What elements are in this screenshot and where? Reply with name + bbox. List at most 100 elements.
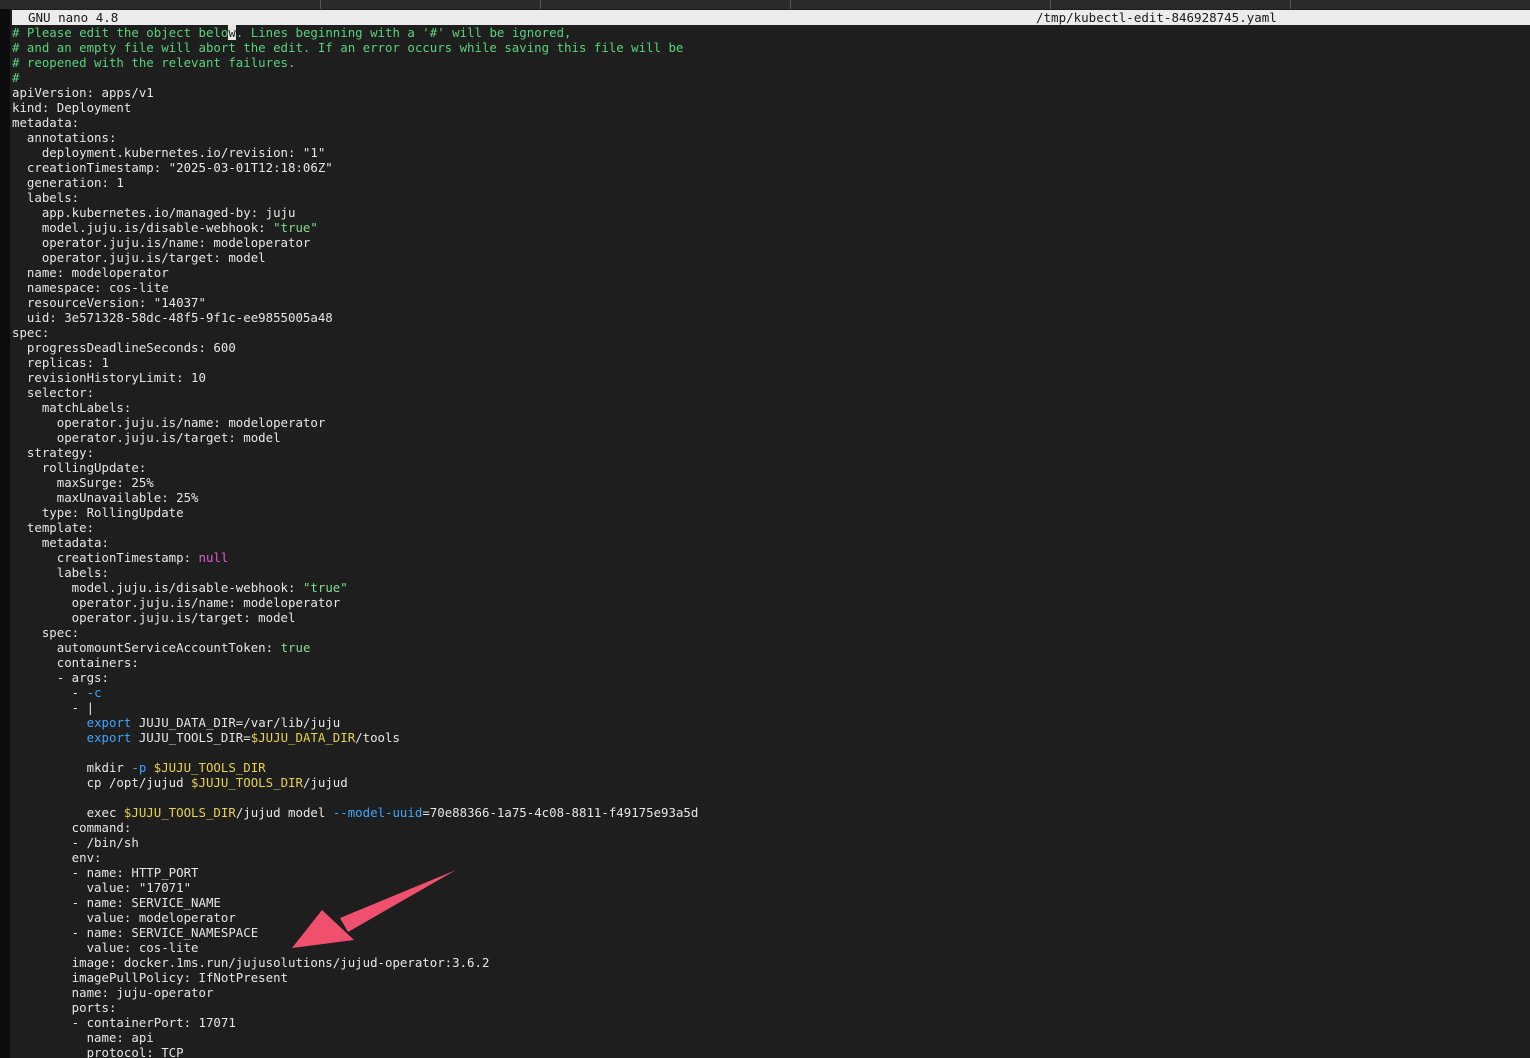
editor-text-area[interactable]: # Please edit the object below. Lines be…	[12, 25, 1522, 1058]
code-line: uid: 3e571328-58dc-48f5-9f1c-ee9855005a4…	[12, 310, 1522, 325]
tab-separator	[1050, 0, 1051, 9]
code-token: name: modeloperator	[12, 265, 169, 280]
code-token: generation: 1	[12, 175, 124, 190]
code-token: - name: HTTP_PORT	[12, 865, 199, 880]
code-line: command:	[12, 820, 1522, 835]
code-line: creationTimestamp: null	[12, 550, 1522, 565]
code-token: # Please edit the object belo	[12, 25, 229, 40]
code-line: spec:	[12, 625, 1522, 640]
code-token: ports:	[12, 1000, 117, 1015]
code-line: # and an empty file will abort the edit.…	[12, 40, 1522, 55]
code-line: replicas: 1	[12, 355, 1522, 370]
code-line: name: modeloperator	[12, 265, 1522, 280]
code-token: image: docker.1ms.run/jujusolutions/juju…	[12, 955, 490, 970]
code-line: imagePullPolicy: IfNotPresent	[12, 970, 1522, 985]
code-line: labels:	[12, 565, 1522, 580]
code-token: annotations:	[12, 130, 117, 145]
code-line: maxUnavailable: 25%	[12, 490, 1522, 505]
code-line: image: docker.1ms.run/jujusolutions/juju…	[12, 955, 1522, 970]
code-token: =70e88366-1a75-4c08-8811-f49175e93a5d	[422, 805, 699, 820]
code-line: - name: HTTP_PORT	[12, 865, 1522, 880]
code-line: generation: 1	[12, 175, 1522, 190]
code-line: mkdir -p $JUJU_TOOLS_DIR	[12, 760, 1522, 775]
code-token: operator.juju.is/name: modeloperator	[12, 235, 311, 250]
code-line: template:	[12, 520, 1522, 535]
code-token: /tools	[355, 730, 400, 745]
code-line: value: modeloperator	[12, 910, 1522, 925]
code-token: - name: SERVICE_NAME	[12, 895, 221, 910]
code-token: -c	[86, 685, 102, 700]
code-line: apiVersion: apps/v1	[12, 85, 1522, 100]
code-token: value: modeloperator	[12, 910, 236, 925]
nano-title-bar: GNU nano 4.8 /tmp/kubectl-edit-846928745…	[12, 10, 1530, 25]
code-token: $JUJU_TOOLS_DIR	[123, 805, 236, 820]
window-tab-strip[interactable]	[0, 0, 1530, 9]
text-cursor: w	[228, 25, 236, 40]
code-token: /jujud	[302, 775, 348, 790]
code-token: progressDeadlineSeconds: 600	[12, 340, 236, 355]
code-line: namespace: cos-lite	[12, 280, 1522, 295]
code-line: model.juju.is/disable-webhook: "true"	[12, 580, 1522, 595]
code-token: export	[86, 730, 132, 745]
code-token: JUJU_DATA_DIR=/var/lib/juju	[131, 715, 341, 730]
code-token: spec:	[12, 625, 80, 640]
code-token: operator.juju.is/name: modeloperator	[12, 595, 341, 610]
code-token: labels:	[12, 190, 80, 205]
code-token: model.juju.is/disable-webhook:	[12, 220, 274, 235]
code-line: - name: SERVICE_NAMESPACE	[12, 925, 1522, 940]
code-line: env:	[12, 850, 1522, 865]
code-token: strategy:	[12, 445, 95, 460]
tab-separator	[790, 0, 791, 9]
code-token: - containerPort: 17071	[12, 1015, 236, 1030]
code-token: name: api	[12, 1030, 154, 1045]
code-line: operator.juju.is/name: modeloperator	[12, 415, 1522, 430]
code-token: namespace: cos-lite	[12, 280, 169, 295]
code-token: - name: SERVICE_NAMESPACE	[12, 925, 259, 940]
code-line: value: cos-lite	[12, 940, 1522, 955]
code-token: $JUJU_TOOLS_DIR	[153, 760, 266, 775]
code-token: rollingUpdate:	[12, 460, 147, 475]
code-line: annotations:	[12, 130, 1522, 145]
code-token: uid: 3e571328-58dc-48f5-9f1c-ee9855005a4…	[12, 310, 333, 325]
code-line: type: RollingUpdate	[12, 505, 1522, 520]
code-token: exec	[12, 805, 124, 820]
code-token: type: RollingUpdate	[12, 505, 184, 520]
code-token: containers:	[12, 655, 139, 670]
code-token: labels:	[12, 565, 109, 580]
code-line: creationTimestamp: "2025-03-01T12:18:06Z…	[12, 160, 1522, 175]
code-token: env:	[12, 850, 102, 865]
code-line: kind: Deployment	[12, 100, 1522, 115]
code-token: matchLabels:	[12, 400, 132, 415]
code-token: imagePullPolicy: IfNotPresent	[12, 970, 289, 985]
code-line: model.juju.is/disable-webhook: "true"	[12, 220, 1522, 235]
code-token: # reopened with the relevant failures.	[12, 55, 296, 70]
code-line: export JUJU_DATA_DIR=/var/lib/juju	[12, 715, 1522, 730]
code-token: - /bin/sh	[12, 835, 139, 850]
code-token: selector:	[12, 385, 95, 400]
code-line: labels:	[12, 190, 1522, 205]
code-token: - args:	[12, 670, 109, 685]
editor-file-name: /tmp/kubectl-edit-846928745.yaml	[1036, 10, 1277, 25]
code-line: operator.juju.is/target: model	[12, 610, 1522, 625]
code-token: maxUnavailable: 25%	[12, 490, 199, 505]
code-token: JUJU_TOOLS_DIR=	[131, 730, 251, 745]
code-line: strategy:	[12, 445, 1522, 460]
code-line: revisionHistoryLimit: 10	[12, 370, 1522, 385]
code-line: app.kubernetes.io/managed-by: juju	[12, 205, 1522, 220]
code-token: protocol: TCP	[12, 1045, 184, 1058]
code-token: replicas: 1	[12, 355, 109, 370]
code-line: - -c	[12, 685, 1522, 700]
code-line: containers:	[12, 655, 1522, 670]
code-line: - name: SERVICE_NAME	[12, 895, 1522, 910]
code-token: mkdir	[12, 760, 132, 775]
code-token: kind: Deployment	[12, 100, 132, 115]
code-line: cp /opt/jujud $JUJU_TOOLS_DIR/jujud	[12, 775, 1522, 790]
code-line: rollingUpdate:	[12, 460, 1522, 475]
code-line: name: juju-operator	[12, 985, 1522, 1000]
code-line: - /bin/sh	[12, 835, 1522, 850]
code-token: name: juju-operator	[12, 985, 214, 1000]
code-token: creationTimestamp: "2025-03-01T12:18:06Z…	[12, 160, 333, 175]
code-token: -	[12, 685, 87, 700]
